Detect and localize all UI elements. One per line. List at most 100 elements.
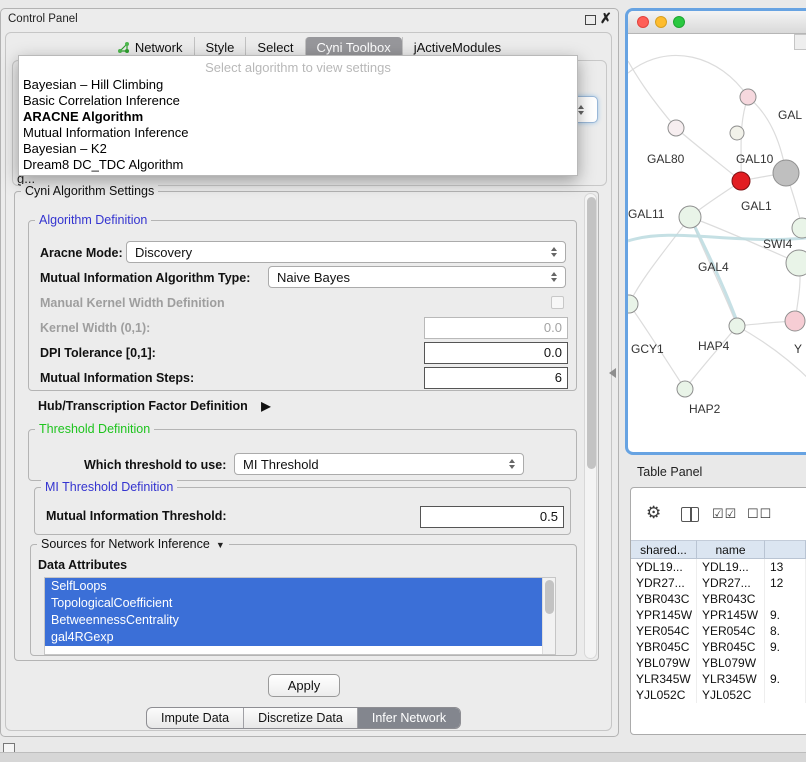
network-node[interactable] xyxy=(628,295,638,313)
table-cell: YBL079W xyxy=(697,655,765,671)
table-cell: 13 xyxy=(765,559,806,575)
table-cell: YDR27... xyxy=(697,575,765,591)
network-node[interactable] xyxy=(732,172,750,190)
table-cell: 12 xyxy=(765,575,806,591)
mi-steps-label: Mutual Information Steps: xyxy=(40,371,194,385)
table-cell: YBR045C xyxy=(697,639,765,655)
column-header[interactable]: name xyxy=(697,540,765,559)
close-icon[interactable]: ✗ xyxy=(600,10,612,27)
settings-scrollbar[interactable] xyxy=(584,193,597,659)
network-node[interactable] xyxy=(729,318,745,334)
mi-threshold-field[interactable]: 0.5 xyxy=(420,506,564,528)
table-row[interactable]: YLR345WYLR345W9. xyxy=(631,671,806,687)
apply-button[interactable]: Apply xyxy=(268,674,340,697)
table-cell: YDR27... xyxy=(631,575,697,591)
table-row[interactable]: YBR045CYBR045C9. xyxy=(631,639,806,655)
network-node-label: GAL4 xyxy=(698,260,729,274)
list-item[interactable]: BetweennessCentrality xyxy=(45,612,543,629)
zoom-traffic-light[interactable] xyxy=(673,16,685,28)
network-node[interactable] xyxy=(679,206,701,228)
menu-item[interactable]: Dream8 DC_TDC Algorithm xyxy=(19,157,577,173)
dpi-tolerance-field[interactable]: 0.0 xyxy=(424,342,568,364)
network-window-titlebar[interactable] xyxy=(628,11,806,34)
list-scrollbar-thumb[interactable] xyxy=(545,580,554,614)
threshold-definition-title: Threshold Definition xyxy=(35,422,154,436)
tab-discretize-data[interactable]: Discretize Data xyxy=(243,708,357,728)
sources-section-toggle[interactable]: Sources for Network Inference▼ xyxy=(37,537,229,551)
float-window-icon[interactable] xyxy=(585,15,596,25)
mi-type-select[interactable]: Naive Bayes xyxy=(268,266,566,288)
which-threshold-select[interactable]: MI Threshold xyxy=(234,453,524,475)
column-header[interactable] xyxy=(765,540,806,559)
table-row[interactable]: YDR27...YDR27...12 xyxy=(631,575,806,591)
data-attributes-list[interactable]: SelfLoops TopologicalCoefficient Between… xyxy=(44,577,556,655)
table-cell xyxy=(765,687,806,703)
table-row[interactable]: YER054CYER054C8. xyxy=(631,623,806,639)
splitpane-collapse-handle[interactable] xyxy=(609,368,616,378)
table-cell: 9. xyxy=(765,607,806,623)
aracne-mode-select[interactable]: Discovery xyxy=(126,241,566,263)
network-node[interactable] xyxy=(740,89,756,105)
mi-steps-field[interactable]: 6 xyxy=(424,367,568,389)
gear-icon[interactable]: ⚙ xyxy=(646,503,661,523)
list-item[interactable]: TopologicalCoefficient xyxy=(45,595,543,612)
network-node-labels: GAL GAL80 GAL10 GAL11 GAL1 SWI4 GAL4 GCY… xyxy=(628,108,802,416)
table-cell: YBL079W xyxy=(631,655,697,671)
menu-item[interactable]: ARACNE Algorithm xyxy=(19,109,577,125)
table-cell: YBR043C xyxy=(631,591,697,607)
cyni-settings-title: Cyni Algorithm Settings xyxy=(21,184,158,198)
deselect-all-columns-icon[interactable]: ☐☐ xyxy=(747,506,772,522)
table-cell: YBR043C xyxy=(697,591,765,607)
network-node[interactable] xyxy=(668,120,684,136)
menu-item[interactable]: Basic Correlation Inference xyxy=(19,93,577,109)
hub-tf-section-toggle[interactable]: Hub/Transcription Factor Definition ▶ xyxy=(38,399,270,413)
table-cell: YJL052C xyxy=(631,687,697,703)
list-scrollbar[interactable] xyxy=(542,578,555,654)
network-node[interactable] xyxy=(785,311,805,331)
table-row[interactable]: YBL079WYBL079W xyxy=(631,655,806,671)
menu-item[interactable]: Mutual Information Inference xyxy=(19,125,577,141)
network-node-label: SWI4 xyxy=(763,237,793,251)
network-node[interactable] xyxy=(677,381,693,397)
minimize-traffic-light[interactable] xyxy=(655,16,667,28)
network-node[interactable] xyxy=(730,126,744,140)
table-cell: YLR345W xyxy=(697,671,765,687)
network-node[interactable] xyxy=(773,160,799,186)
tab-impute-data[interactable]: Impute Data xyxy=(147,708,243,728)
kernel-width-label: Kernel Width (0,1): xyxy=(40,321,150,335)
mi-threshold-group-title: MI Threshold Definition xyxy=(41,480,177,494)
list-item[interactable]: SelfLoops xyxy=(45,578,543,595)
network-node[interactable] xyxy=(786,250,806,276)
menu-item[interactable]: Bayesian – Hill Climbing xyxy=(19,77,577,93)
menu-item[interactable]: Bayesian – K2 xyxy=(19,141,577,157)
table-row[interactable]: YBR043CYBR043C xyxy=(631,591,806,607)
network-node-label: GAL11 xyxy=(628,207,665,221)
bottom-tabbar: Impute Data Discretize Data Infer Networ… xyxy=(146,707,461,729)
algorithm-definition-title: Algorithm Definition xyxy=(35,213,151,227)
network-canvas[interactable]: GAL GAL80 GAL10 GAL11 GAL1 SWI4 GAL4 GCY… xyxy=(628,33,806,452)
list-item[interactable]: gal4RGexp xyxy=(45,629,543,646)
mi-type-label: Mutual Information Algorithm Type: xyxy=(40,271,250,285)
table-cell: YBR045C xyxy=(631,639,697,655)
settings-scrollbar-thumb[interactable] xyxy=(587,197,596,469)
network-node-label: GAL10 xyxy=(736,152,774,166)
table-cell: YPR145W xyxy=(631,607,697,623)
network-node[interactable] xyxy=(792,218,806,238)
table-cell xyxy=(765,655,806,671)
table-row[interactable]: YPR145WYPR145W9. xyxy=(631,607,806,623)
close-traffic-light[interactable] xyxy=(637,16,649,28)
columns-icon[interactable] xyxy=(681,507,699,522)
aracne-mode-label: Aracne Mode: xyxy=(40,246,123,260)
select-all-columns-icon[interactable]: ☑☑ xyxy=(712,506,737,522)
dpi-tolerance-label: DPI Tolerance [0,1]: xyxy=(40,346,156,360)
chevron-updown-icon xyxy=(546,247,565,257)
mi-type-value: Naive Bayes xyxy=(269,270,546,285)
table-body: YDL19...YDL19...13YDR27...YDR27...12YBR0… xyxy=(631,559,806,703)
table-cell: YER054C xyxy=(631,623,697,639)
table-row[interactable]: YDL19...YDL19...13 xyxy=(631,559,806,575)
network-view-window[interactable]: GAL GAL80 GAL10 GAL11 GAL1 SWI4 GAL4 GCY… xyxy=(625,8,806,455)
table-row[interactable]: YJL052CYJL052C xyxy=(631,687,806,703)
column-header[interactable]: shared... xyxy=(631,540,697,559)
tab-infer-network[interactable]: Infer Network xyxy=(357,708,460,728)
table-panel-title: Table Panel xyxy=(637,465,702,479)
